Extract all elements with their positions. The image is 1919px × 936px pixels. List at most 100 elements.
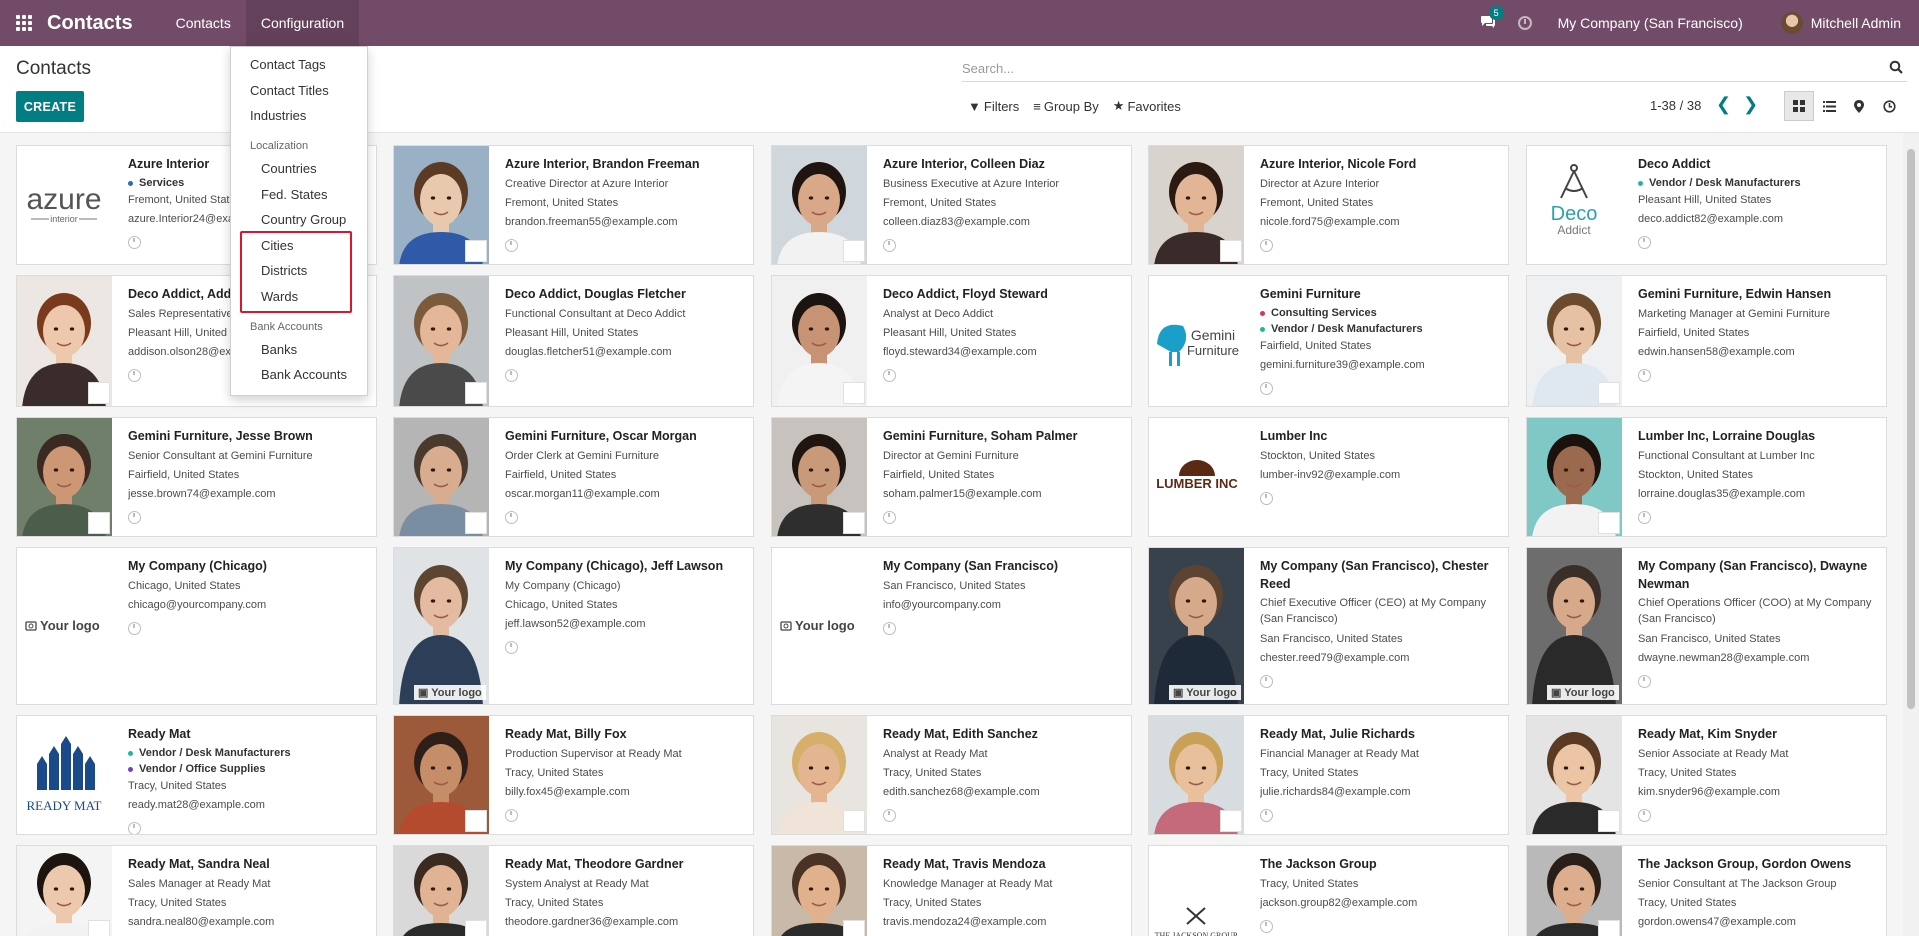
contact-card[interactable]: ▣ Your logo My Company (San Francisco), D…	[1526, 547, 1887, 705]
contact-function: Functional Consultant at Deco Addict	[505, 308, 686, 320]
contact-card[interactable]: Azure Interior, Colleen Diaz Business Exe…	[771, 145, 1132, 265]
activity-clock-icon[interactable]	[1260, 809, 1273, 822]
contact-card[interactable]: Lumber Inc, Lorraine Douglas Functional C…	[1526, 417, 1887, 537]
contact-card[interactable]: Ready Mat, Julie Richards Financial Manag…	[1148, 715, 1509, 835]
contact-card[interactable]: Ready Mat, Edith Sanchez Analyst at Ready…	[771, 715, 1132, 835]
contact-photo	[394, 548, 489, 704]
activity-clock-icon[interactable]	[883, 809, 896, 822]
activity-clock-icon[interactable]	[1517, 16, 1532, 30]
menu-contact-titles[interactable]: Contact Titles	[250, 83, 329, 98]
contact-card[interactable]: Your logo My Company (San Francisco) San F…	[771, 547, 1132, 705]
menu-country-group[interactable]: Country Group	[261, 212, 346, 227]
activity-clock-icon[interactable]	[883, 239, 896, 252]
activity-clock-icon[interactable]	[1260, 239, 1273, 252]
contact-card[interactable]: LUMBER INC Lumber Inc Stockton, United Sta…	[1148, 417, 1509, 537]
contact-card[interactable]: Gemini Furniture, Edwin Hansen Marketing …	[1526, 275, 1887, 407]
menu-contacts[interactable]: Contacts	[161, 0, 246, 46]
activity-clock-icon[interactable]	[1260, 920, 1273, 933]
menu-contact-tags[interactable]: Contact Tags	[250, 57, 326, 72]
pager-previous-icon[interactable]: ❮	[1716, 94, 1731, 114]
contact-card[interactable]: Ready Mat, Theodore Gardner System Analys…	[393, 845, 754, 936]
activity-clock-icon[interactable]	[505, 809, 518, 822]
pager-next-icon[interactable]: ❯	[1743, 94, 1758, 114]
contact-location: Fairfield, United States	[883, 469, 995, 481]
contact-card[interactable]: Deco Addict Deco Addict Vendor / Desk Manuf…	[1526, 145, 1887, 265]
tag-label: Vendor / Desk Manufacturers	[1649, 177, 1801, 189]
contact-card[interactable]: Ready Mat, Sandra Neal Sales Manager at R…	[16, 845, 377, 936]
contact-card[interactable]: Ready Mat, Kim Snyder Senior Associate at…	[1526, 715, 1887, 835]
apps-menu-icon[interactable]	[15, 14, 33, 32]
activity-clock-icon[interactable]	[505, 369, 518, 382]
activity-clock-icon[interactable]	[1638, 236, 1651, 249]
activity-clock-icon[interactable]	[128, 511, 141, 524]
contact-card[interactable]: THE JACKSON GROUP The Jackson Group Tracy,…	[1148, 845, 1509, 936]
vertical-scrollbar[interactable]	[1903, 133, 1919, 936]
activity-clock-icon[interactable]	[1260, 382, 1273, 395]
contact-name: Deco Addict, Douglas Fletcher	[505, 287, 686, 301]
jackson-group-logo: THE JACKSON GROUP	[1149, 846, 1244, 936]
search-input[interactable]	[962, 56, 1882, 80]
activity-clock-icon[interactable]	[1638, 675, 1651, 688]
contact-card[interactable]: Ready Mat, Billy Fox Production Superviso…	[393, 715, 754, 835]
contact-email: gordon.owens47@example.com	[1638, 916, 1796, 928]
activity-clock-icon[interactable]	[505, 511, 518, 524]
contact-card[interactable]: The Jackson Group, Gordon Owens Senior Co…	[1526, 845, 1887, 936]
company-logo-badge	[465, 920, 487, 936]
list-view-icon[interactable]	[1814, 91, 1844, 121]
company-switcher[interactable]: My Company (San Francisco)	[1558, 15, 1743, 31]
activity-clock-icon[interactable]	[128, 622, 141, 635]
contact-card[interactable]: Azure Interior, Brandon Freeman Creative …	[393, 145, 754, 265]
activity-view-icon[interactable]	[1874, 91, 1904, 121]
activity-clock-icon[interactable]	[883, 622, 896, 635]
chat-icon[interactable]: 5	[1480, 5, 1504, 32]
activity-clock-icon[interactable]	[505, 239, 518, 252]
tag-label: Vendor / Desk Manufacturers	[139, 747, 291, 759]
pager-value[interactable]: 1-38 / 38	[1650, 98, 1701, 113]
user-menu[interactable]: Mitchell Admin	[1811, 15, 1901, 31]
svg-text:Addict: Addict	[1557, 223, 1591, 237]
contact-card[interactable]: Deco Addict, Douglas Fletcher Functional …	[393, 275, 754, 407]
activity-clock-icon[interactable]	[128, 236, 141, 249]
favorites-dropdown[interactable]: ★ Favorites	[1113, 98, 1181, 114]
menu-banks[interactable]: Banks	[261, 342, 297, 357]
contact-card[interactable]: Your logo My Company (Chicago) Chicago, Un…	[16, 547, 377, 705]
kanban-view-icon[interactable]	[1784, 91, 1814, 121]
contact-card[interactable]: Gemini Furniture, Oscar Morgan Order Cler…	[393, 417, 754, 537]
app-name[interactable]: Contacts	[47, 12, 133, 35]
activity-clock-icon[interactable]	[1260, 492, 1273, 505]
contact-card[interactable]: ▣ Your logo My Company (Chicago), Jeff La…	[393, 547, 754, 705]
groupby-dropdown[interactable]: ≡ Group By	[1033, 98, 1099, 114]
menu-countries[interactable]: Countries	[261, 161, 317, 176]
search-icon[interactable]	[1889, 60, 1903, 74]
contact-card[interactable]: Azure Interior, Nicole Ford Director at A…	[1148, 145, 1509, 265]
create-button[interactable]: CREATE	[16, 91, 84, 122]
contact-card[interactable]: ▣ Your logo My Company (San Francisco), C…	[1148, 547, 1509, 705]
contact-card[interactable]: Deco Addict, Floyd Steward Analyst at Dec…	[771, 275, 1132, 407]
activity-clock-icon[interactable]	[128, 369, 141, 382]
scrollbar-thumb[interactable]	[1907, 149, 1915, 709]
filters-dropdown[interactable]: ▼ Filters	[968, 98, 1019, 114]
activity-clock-icon[interactable]	[505, 641, 518, 654]
map-view-icon[interactable]	[1844, 91, 1874, 121]
contact-name: Azure Interior, Nicole Ford	[1260, 157, 1417, 171]
contact-card[interactable]: Gemini Furniture, Soham Palmer Director a…	[771, 417, 1132, 537]
menu-industries[interactable]: Industries	[250, 108, 306, 123]
contact-card[interactable]: Gemini Furniture Gemini Furniture Consultin…	[1148, 275, 1509, 407]
activity-clock-icon[interactable]	[1638, 511, 1651, 524]
contact-card[interactable]: Gemini Furniture, Jesse Brown Senior Cons…	[16, 417, 377, 537]
activity-clock-icon[interactable]	[1638, 369, 1651, 382]
activity-clock-icon[interactable]	[1260, 675, 1273, 688]
menu-configuration[interactable]: Configuration	[245, 0, 360, 46]
activity-clock-icon[interactable]	[128, 822, 141, 834]
top-navbar: Contacts Contacts Configuration 5 My Com…	[0, 0, 1919, 46]
activity-clock-icon[interactable]	[883, 369, 896, 382]
card-image	[772, 716, 867, 834]
contact-card[interactable]: READY MAT Ready Mat Vendor / Desk Manufact…	[16, 715, 377, 835]
menu-bank-accounts[interactable]: Bank Accounts	[261, 367, 347, 382]
activity-clock-icon[interactable]	[883, 511, 896, 524]
user-avatar[interactable]	[1780, 12, 1803, 34]
contact-card[interactable]: Ready Mat, Travis Mendoza Knowledge Manag…	[771, 845, 1132, 936]
menu-fed-states[interactable]: Fed. States	[261, 187, 327, 202]
activity-clock-icon[interactable]	[1638, 809, 1651, 822]
contact-email: deco.addict82@example.com	[1638, 213, 1784, 225]
